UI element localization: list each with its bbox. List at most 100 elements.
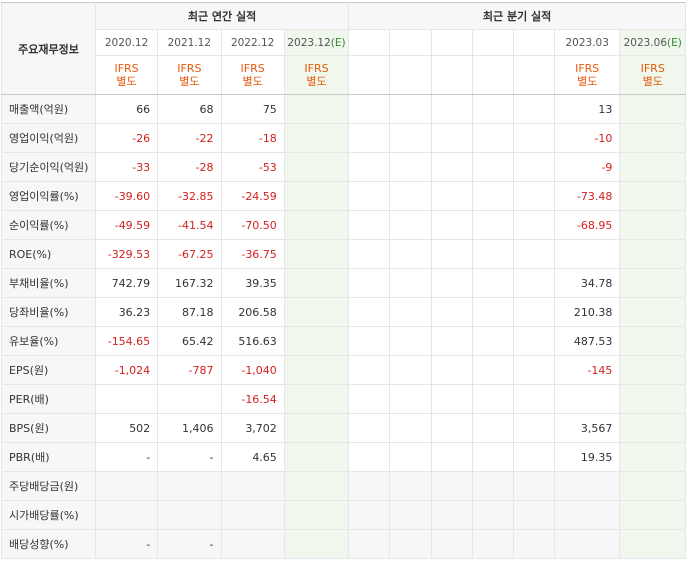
separate-label: 별도 [642,75,663,88]
quarter-value-cell [471,268,514,298]
table-row: 순이익률(%) -49.59 -41.54 -70.50 -68.95 [1,210,686,240]
annual-value-cell: -33 [94,152,159,182]
annual-value-cell [220,471,285,501]
annual-period-header: 2022.12 [220,29,285,56]
quarter-value-cell [348,413,391,443]
quarter-value-cell [430,442,473,472]
annual-value-cell [283,123,350,153]
annual-value-cell [157,384,222,414]
row-label: EPS(원) [1,355,96,385]
separate-label: 별도 [242,75,263,88]
table-row: 매출액(억원) 66 68 75 13 [1,94,686,124]
quarter-value-cell [389,529,432,559]
quarter-period-header [389,29,432,56]
table-row: 영업이익률(%) -39.60 -32.85 -24.59 -73.48 [1,181,686,211]
quarter-value-cell [553,500,621,530]
annual-value-cell: 87.18 [157,297,222,327]
annual-value-cell: 502 [94,413,159,443]
annual-value-cell: -26 [94,123,159,153]
quarter-value-cell [619,529,686,559]
quarter-period-header [430,29,473,56]
annual-value-cell: -1,024 [94,355,159,385]
table-row: 배당성향(%) - - [1,529,686,559]
row-label: 영업이익률(%) [1,181,96,211]
quarter-value-cell [619,442,686,472]
accounting-standard-header: IFRS 별도 [619,55,686,95]
quarter-value-cell [389,268,432,298]
quarter-value-cell [619,94,686,124]
annual-group-label: 최근 연간 실적 [94,2,350,30]
financial-summary-table: 주요재무정보 최근 연간 실적 최근 분기 실적 2020.12 2021.12 2… [1,2,686,559]
quarter-value-cell: -145 [553,355,621,385]
quarter-value-cell [553,529,621,559]
quarter-value-cell [512,297,555,327]
quarter-value-cell [389,94,432,124]
annual-value-cell [283,500,350,530]
ifrs-label: IFRS [304,62,329,75]
quarter-value-cell [430,384,473,414]
quarter-value-cell [348,152,391,182]
quarter-value-cell [471,239,514,269]
quarter-value-cell [512,210,555,240]
quarter-value-cell [471,326,514,356]
annual-value-cell [283,442,350,472]
annual-value-cell [283,239,350,269]
accounting-standard-header: IFRS 별도 [283,55,350,95]
quarter-value-cell [430,355,473,385]
ifrs-label: IFRS [114,62,139,75]
quarter-value-cell [512,442,555,472]
quarter-value-cell [389,413,432,443]
ifrs-label: IFRS [240,62,265,75]
row-label: 영업이익(억원) [1,123,96,153]
annual-value-cell: 66 [94,94,159,124]
quarter-value-cell [512,529,555,559]
annual-value-cell: -18 [220,123,285,153]
quarter-value-cell [348,210,391,240]
quarter-value-cell [512,471,555,501]
quarter-value-cell [471,94,514,124]
ifrs-label: IFRS [640,62,665,75]
annual-period-header: 2020.12 [94,29,159,56]
quarter-value-cell [512,355,555,385]
quarter-value-cell [471,384,514,414]
quarter-value-cell [512,152,555,182]
quarter-value-cell [389,355,432,385]
annual-value-cell: 4.65 [220,442,285,472]
quarter-value-cell [619,123,686,153]
annual-value-cell: -787 [157,355,222,385]
quarter-value-cell [348,471,391,501]
table-row: BPS(원) 502 1,406 3,702 3,567 [1,413,686,443]
table-row: 주당배당금(원) [1,471,686,501]
quarter-value-cell: -10 [553,123,621,153]
estimate-mark: (E) [667,36,682,49]
annual-period-header: 2023.12(E) [283,29,350,56]
quarter-value-cell: 3,567 [553,413,621,443]
table-row: 시가배당률(%) [1,500,686,530]
table-row: PER(배) -16.54 [1,384,686,414]
annual-value-cell [283,529,350,559]
annual-value-cell: -28 [157,152,222,182]
annual-value-cell [94,471,159,501]
quarter-value-cell: 34.78 [553,268,621,298]
quarter-value-cell [348,500,391,530]
quarter-value-cell [430,210,473,240]
annual-value-cell [157,500,222,530]
annual-value-cell [283,471,350,501]
quarter-value-cell: 487.53 [553,326,621,356]
annual-value-cell: 75 [220,94,285,124]
annual-value-cell [220,529,285,559]
annual-value-cell [283,326,350,356]
annual-value-cell: -329.53 [94,239,159,269]
quarter-value-cell [619,413,686,443]
quarter-value-cell [430,239,473,269]
accounting-standard-header [430,55,473,95]
annual-value-cell: - [157,529,222,559]
quarter-value-cell [471,297,514,327]
quarter-value-cell [348,355,391,385]
quarter-value-cell [619,239,686,269]
row-label: 순이익률(%) [1,210,96,240]
annual-value-cell [283,268,350,298]
period-text: 2023.06 [623,36,667,49]
annual-value-cell: -36.75 [220,239,285,269]
row-label: 매출액(억원) [1,94,96,124]
